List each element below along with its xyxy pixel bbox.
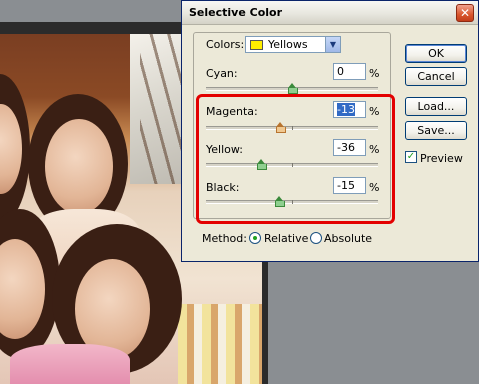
- cyan-slider-thumb[interactable]: [287, 83, 298, 94]
- absolute-label[interactable]: Absolute: [324, 232, 372, 245]
- black-label: Black:: [206, 181, 240, 194]
- magenta-slider-thumb[interactable]: [276, 122, 287, 133]
- black-input[interactable]: -15: [333, 177, 366, 194]
- black-percent: %: [369, 181, 380, 194]
- magenta-slider[interactable]: [206, 122, 378, 133]
- close-icon: ✕: [459, 6, 471, 20]
- colors-selected-value: Yellows: [268, 38, 308, 51]
- yellow-slider[interactable]: [206, 159, 378, 170]
- load-button[interactable]: Load...: [405, 97, 467, 116]
- preview-checkbox[interactable]: ✓: [405, 151, 417, 163]
- yellow-value: -36: [337, 141, 355, 154]
- black-value: -15: [337, 179, 355, 192]
- relative-label[interactable]: Relative: [264, 232, 308, 245]
- slider-center-tick: [292, 200, 293, 204]
- check-icon: ✓: [406, 151, 416, 162]
- selective-color-dialog: Selective Color ✕ Colors: Yellows ▼ Cyan…: [181, 0, 479, 262]
- dialog-title: Selective Color: [189, 6, 283, 19]
- absolute-radio[interactable]: [310, 232, 322, 244]
- black-slider[interactable]: [206, 196, 378, 207]
- slider-center-tick: [292, 126, 293, 130]
- color-swatch: [250, 40, 263, 50]
- black-slider-thumb[interactable]: [274, 196, 285, 207]
- yellow-slider-thumb[interactable]: [256, 159, 267, 170]
- cyan-label: Cyan:: [206, 67, 238, 80]
- colors-dropdown[interactable]: Yellows ▼: [245, 36, 341, 53]
- magenta-input[interactable]: -13: [333, 101, 366, 118]
- preview-label[interactable]: Preview: [420, 152, 463, 165]
- save-button[interactable]: Save...: [405, 121, 467, 140]
- photo-striped-shirt: [178, 304, 262, 384]
- cyan-value: 0: [337, 65, 344, 78]
- relative-radio[interactable]: [249, 232, 261, 244]
- yellow-percent: %: [369, 143, 380, 156]
- magenta-percent: %: [369, 105, 380, 118]
- cancel-button[interactable]: Cancel: [405, 67, 467, 86]
- colors-label: Colors:: [206, 38, 245, 51]
- cyan-input[interactable]: 0: [333, 63, 366, 80]
- yellow-input[interactable]: -36: [333, 139, 366, 156]
- slider-center-tick: [292, 163, 293, 167]
- dialog-titlebar[interactable]: Selective Color ✕: [182, 1, 478, 25]
- close-button[interactable]: ✕: [456, 4, 474, 22]
- magenta-value: -13: [337, 103, 355, 116]
- method-label: Method:: [202, 232, 247, 245]
- ok-button[interactable]: OK: [405, 44, 467, 63]
- yellow-label: Yellow:: [206, 143, 243, 156]
- cyan-percent: %: [369, 67, 380, 80]
- magenta-label: Magenta:: [206, 105, 258, 118]
- photo-face: [45, 119, 113, 214]
- photo-shirt: [10, 344, 130, 384]
- chevron-down-icon[interactable]: ▼: [325, 37, 340, 52]
- cyan-slider[interactable]: [206, 83, 378, 94]
